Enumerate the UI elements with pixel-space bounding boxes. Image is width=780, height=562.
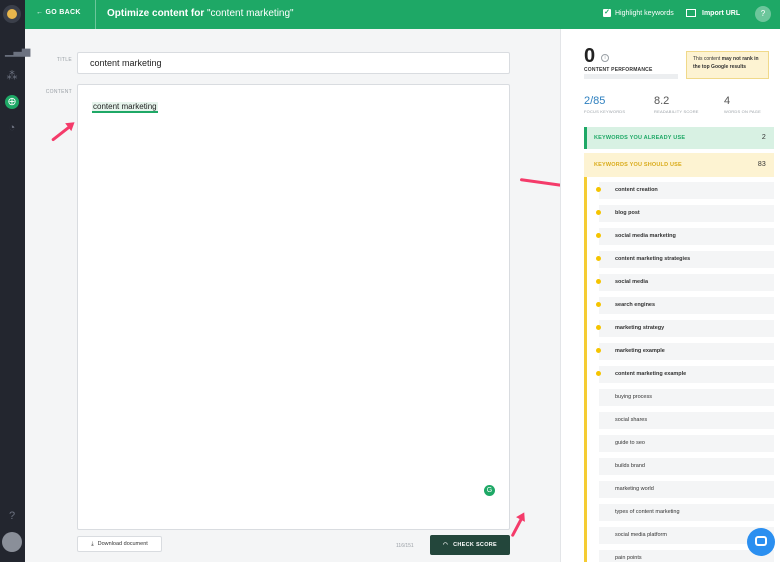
readability-stat: 8.2 READABILITY SCORE bbox=[654, 95, 699, 114]
content-score: 0 bbox=[584, 45, 596, 67]
content-editor[interactable]: content marketing G bbox=[77, 84, 510, 530]
help-circle-icon[interactable]: ? bbox=[5, 509, 19, 523]
chart-icon[interactable]: ▁▃▅ bbox=[5, 44, 30, 58]
app-logo[interactable] bbox=[3, 5, 21, 23]
keyword-item[interactable]: social media bbox=[596, 274, 774, 291]
left-rail: ▁▃▅ ⁂ ⊕ ◔ ? bbox=[0, 0, 30, 562]
keyword-item[interactable]: content marketing example bbox=[596, 366, 774, 383]
radar-icon[interactable]: ◔ bbox=[5, 121, 19, 135]
highlight-keywords-toggle[interactable]: ✓ Highlight keywords bbox=[603, 9, 674, 17]
ranking-tooltip: This content may not rank in the top Goo… bbox=[686, 51, 769, 79]
priority-dot-icon bbox=[596, 233, 601, 238]
title-label: TITLE bbox=[56, 57, 72, 63]
download-icon: ⤓ bbox=[91, 540, 94, 547]
annotation-arrow-check-score bbox=[510, 514, 525, 538]
highlighted-keyword: content marketing bbox=[92, 102, 158, 113]
keyword-item[interactable]: marketing world bbox=[599, 481, 774, 498]
content-label: CONTENT bbox=[45, 89, 72, 95]
keyword-item[interactable]: pain points bbox=[599, 550, 774, 562]
content-optimizer-icon[interactable]: ⊕ bbox=[5, 95, 19, 109]
keywords-should-use-section[interactable]: KEYWORDS YOU SHOULD USE 83 bbox=[584, 153, 774, 177]
grammarly-icon[interactable]: G bbox=[484, 485, 495, 496]
keyword-item[interactable]: content marketing strategies bbox=[596, 251, 774, 268]
keyword-item[interactable]: builds brand bbox=[599, 458, 774, 475]
keyword-item[interactable]: marketing strategy bbox=[596, 320, 774, 337]
keyword-item[interactable]: blog post bbox=[596, 205, 774, 222]
priority-dot-icon bbox=[596, 371, 601, 376]
download-document-button[interactable]: ⤓ Download document bbox=[77, 536, 162, 552]
go-back-button[interactable]: ← GO BACK bbox=[36, 9, 81, 16]
keyword-item[interactable]: types of content marketing bbox=[599, 504, 774, 521]
checkbox-checked-icon[interactable]: ✓ bbox=[603, 9, 611, 17]
help-button[interactable]: ? bbox=[755, 6, 771, 22]
chat-icon[interactable] bbox=[747, 528, 775, 556]
priority-dot-icon bbox=[596, 256, 601, 261]
already-used-count: 2 bbox=[761, 134, 766, 141]
priority-dot-icon bbox=[596, 187, 601, 192]
arrow-left-icon: ← bbox=[36, 9, 46, 16]
keyword-item[interactable]: guide to seo bbox=[599, 435, 774, 452]
should-use-count: 83 bbox=[757, 161, 766, 168]
keyword-item[interactable]: content creation bbox=[596, 182, 774, 199]
words-on-page-stat: 4 WORDS ON PAGE bbox=[724, 95, 761, 114]
keyword-item[interactable]: buying process bbox=[599, 389, 774, 406]
priority-dot-icon bbox=[596, 348, 601, 353]
score-panel: 0 i CONTENT PERFORMANCE This content may… bbox=[560, 29, 780, 562]
page-title: Optimize content for "content marketing" bbox=[107, 8, 294, 19]
info-icon[interactable]: i bbox=[601, 54, 609, 62]
wifi-icon: ◠ bbox=[442, 542, 449, 548]
focus-keywords-stat: 2/85 FOCUS KEYWORDS bbox=[584, 95, 626, 114]
keyword-item[interactable]: social media marketing bbox=[596, 228, 774, 245]
top-bar: ← GO BACK Optimize content for "content … bbox=[25, 0, 780, 29]
content-performance-label: CONTENT PERFORMANCE bbox=[584, 67, 653, 73]
check-score-button[interactable]: ◠ CHECK SCORE bbox=[430, 535, 510, 555]
divider bbox=[95, 0, 96, 29]
annotation-arrow-content bbox=[51, 123, 74, 142]
network-icon[interactable]: ⁂ bbox=[5, 69, 19, 83]
import-icon bbox=[686, 9, 696, 17]
performance-bar bbox=[584, 74, 678, 79]
import-url-button[interactable]: Import URL bbox=[686, 9, 740, 17]
priority-dot-icon bbox=[596, 325, 601, 330]
keyword-item[interactable]: marketing example bbox=[596, 343, 774, 360]
keyword-item[interactable]: search engines bbox=[596, 297, 774, 314]
user-avatar[interactable] bbox=[2, 532, 22, 552]
character-counter: 116/151 bbox=[396, 543, 414, 549]
priority-dot-icon bbox=[596, 210, 601, 215]
section-accent-bar bbox=[584, 177, 587, 562]
keywords-already-used-section[interactable]: KEYWORDS YOU ALREADY USE 2 bbox=[584, 127, 774, 149]
priority-dot-icon bbox=[596, 302, 601, 307]
title-input[interactable]: content marketing bbox=[77, 52, 510, 74]
keyword-item[interactable]: social shares bbox=[599, 412, 774, 429]
priority-dot-icon bbox=[596, 279, 601, 284]
